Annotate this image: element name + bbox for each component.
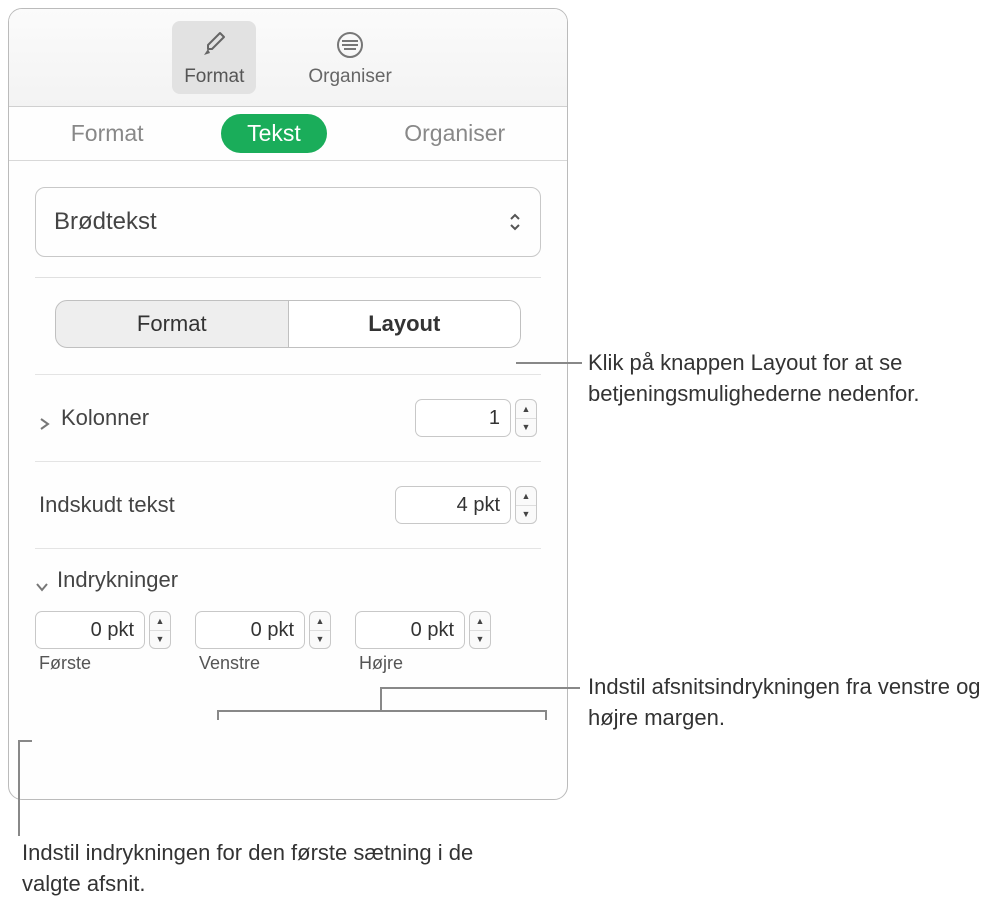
stepper-up-icon[interactable]: ▲ [516,487,536,506]
indents-section: Indrykninger ▲ ▼ Første [35,548,541,674]
stepper-down-icon[interactable]: ▼ [470,631,490,649]
stepper-down-icon[interactable]: ▼ [150,631,170,649]
indents-label: Indrykninger [57,567,178,593]
callout-left-right: Indstil afsnitsindrykningen fra venstre … [588,672,988,734]
callout-line [18,740,20,836]
indent-first-col: ▲ ▼ Første [35,611,171,674]
callout-first: Indstil indrykningen for den første sætn… [22,838,482,900]
stepper-up-icon[interactable]: ▲ [470,612,490,631]
organize-icon [332,27,368,63]
indent-right-stepper[interactable]: ▲ ▼ [469,611,491,649]
indent-fields: ▲ ▼ Første ▲ ▼ Venstre [35,601,541,674]
stepper-down-icon[interactable]: ▼ [516,506,536,524]
tab-format[interactable]: Format [45,114,170,153]
seg-format[interactable]: Format [56,301,288,347]
callout-line [18,740,32,742]
stepper-down-icon[interactable]: ▼ [516,419,536,437]
callout-bracket [217,710,547,720]
indent-left-stepper[interactable]: ▲ ▼ [309,611,331,649]
inspector-panel: Format Organiser Format Tekst Organiser … [8,8,568,800]
format-layout-segmented: Format Layout [55,300,521,348]
inspector-tabs: Format Tekst Organiser [9,107,567,161]
chevron-down-icon[interactable] [35,573,49,587]
callout-line [380,687,382,710]
indent-first-stepper[interactable]: ▲ ▼ [149,611,171,649]
inset-row: Indskudt tekst ▲ ▼ [35,461,541,548]
inspector-content: Brødtekst Format Layout Kolonner ▲ ▼ [9,187,567,674]
columns-row: Kolonner ▲ ▼ [35,374,541,461]
callout-layout: Klik på knappen Layout for at se betjeni… [588,348,988,410]
toolbar-organize-button[interactable]: Organiser [296,21,403,94]
top-toolbar: Format Organiser [9,9,567,107]
columns-label: Kolonner [61,405,149,431]
chevron-updown-icon [508,213,522,231]
indent-left-col: ▲ ▼ Venstre [195,611,331,674]
toolbar-organize-label: Organiser [308,66,391,88]
paragraph-style-value: Brødtekst [54,208,157,236]
inset-stepper[interactable]: ▲ ▼ [515,486,537,524]
indent-left-label: Venstre [195,653,331,674]
tab-tekst[interactable]: Tekst [221,114,327,153]
stepper-up-icon[interactable]: ▲ [310,612,330,631]
toolbar-format-button[interactable]: Format [172,21,256,94]
tab-organiser[interactable]: Organiser [378,114,531,153]
indent-right-input[interactable] [355,611,465,649]
paintbrush-icon [196,27,232,63]
toolbar-format-label: Format [184,66,244,88]
indent-first-input[interactable] [35,611,145,649]
chevron-right-icon[interactable] [39,411,53,425]
columns-input[interactable] [415,399,511,437]
inset-input[interactable] [395,486,511,524]
stepper-down-icon[interactable]: ▼ [310,631,330,649]
inset-label: Indskudt tekst [39,492,175,518]
indent-right-label: Højre [355,653,491,674]
paragraph-style-dropdown[interactable]: Brødtekst [35,187,541,257]
indent-left-input[interactable] [195,611,305,649]
indent-first-label: Første [35,653,171,674]
seg-layout[interactable]: Layout [288,301,521,347]
stepper-up-icon[interactable]: ▲ [516,400,536,419]
indent-right-col: ▲ ▼ Højre [355,611,491,674]
callout-line [516,362,582,364]
columns-stepper[interactable]: ▲ ▼ [515,399,537,437]
callout-line [380,687,580,689]
stepper-up-icon[interactable]: ▲ [150,612,170,631]
